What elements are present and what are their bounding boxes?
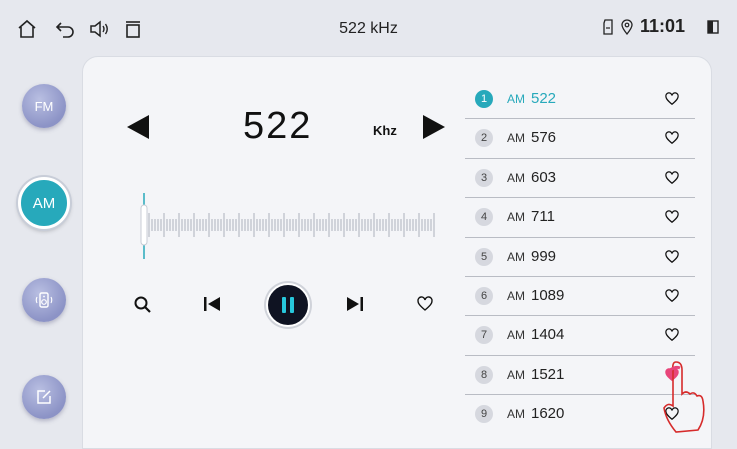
preset-frequency: 711 bbox=[531, 208, 555, 226]
preset-band: AM bbox=[507, 170, 525, 185]
preset-row[interactable]: 3 AM 603 bbox=[465, 159, 695, 199]
preset-band: AM bbox=[507, 288, 525, 303]
sd-card-icon bbox=[603, 18, 613, 35]
radio-panel: 522 Khz 1 AM 522 2 AM 576 3 AM 603 4 AM 711 bbox=[82, 56, 712, 449]
fm-label: FM bbox=[34, 98, 54, 114]
next-icon[interactable] bbox=[344, 293, 366, 315]
preset-number: 3 bbox=[475, 168, 493, 187]
speaker-icon bbox=[35, 292, 53, 308]
preset-row[interactable]: 5 AM 999 bbox=[465, 238, 695, 277]
preset-frequency: 603 bbox=[531, 168, 557, 186]
heart-icon[interactable] bbox=[665, 328, 679, 342]
preset-number: 1 bbox=[475, 90, 493, 108]
preset-row[interactable]: 2 AM 576 bbox=[465, 119, 695, 159]
preset-number: 7 bbox=[475, 326, 493, 345]
preset-number: 8 bbox=[475, 365, 493, 384]
preset-band: AM bbox=[507, 210, 525, 225]
heart-icon[interactable] bbox=[665, 289, 679, 303]
preset-row[interactable]: 6 AM 1089 bbox=[465, 277, 695, 317]
preset-frequency: 999 bbox=[531, 247, 557, 265]
status-bar: 522 kHz 11:01 bbox=[0, 0, 737, 56]
search-icon[interactable] bbox=[133, 295, 153, 315]
location-icon bbox=[621, 18, 633, 35]
heart-icon[interactable] bbox=[665, 92, 679, 106]
preset-number: 4 bbox=[475, 208, 493, 227]
preset-number: 5 bbox=[475, 247, 493, 266]
preset-row[interactable]: 1 AM 522 bbox=[465, 80, 695, 120]
preset-frequency: 1404 bbox=[531, 326, 565, 344]
speaker-button[interactable] bbox=[22, 278, 66, 322]
preset-frequency: 1620 bbox=[531, 405, 565, 423]
pause-icon bbox=[282, 297, 294, 313]
preset-frequency: 1089 bbox=[531, 286, 565, 304]
preset-band: AM bbox=[507, 131, 525, 146]
am-button[interactable]: AM bbox=[18, 177, 70, 229]
preset-band: AM bbox=[507, 249, 525, 264]
source-sidebar: FM AM bbox=[0, 56, 78, 447]
preset-row[interactable]: 7 AM 1404 bbox=[465, 316, 695, 356]
preset-band: AM bbox=[507, 92, 525, 106]
preset-number: 9 bbox=[475, 405, 493, 424]
preset-frequency: 1521 bbox=[531, 365, 565, 383]
heart-icon[interactable] bbox=[665, 249, 679, 264]
seek-down-arrow[interactable] bbox=[127, 115, 149, 139]
preset-band: AM bbox=[507, 367, 525, 382]
heart-icon[interactable] bbox=[665, 171, 679, 185]
preset-number: 2 bbox=[475, 129, 493, 148]
edit-button[interactable] bbox=[22, 375, 66, 419]
tuning-scale[interactable] bbox=[139, 191, 439, 261]
tuning-handle[interactable] bbox=[140, 204, 148, 246]
preset-band: AM bbox=[507, 328, 525, 343]
edit-icon bbox=[37, 390, 51, 404]
clock: 11:01 bbox=[639, 16, 685, 36]
frequency-display: 522 bbox=[243, 105, 313, 147]
frequency-unit: Khz bbox=[373, 123, 397, 138]
preset-band: AM bbox=[507, 407, 525, 422]
pointer-hand-annotation bbox=[663, 361, 705, 433]
seek-up-arrow[interactable] bbox=[423, 115, 445, 139]
status-right: 11:01 bbox=[602, 16, 719, 37]
heart-icon[interactable] bbox=[665, 210, 679, 224]
heart-icon[interactable] bbox=[665, 131, 679, 145]
fm-button[interactable]: FM bbox=[22, 84, 66, 128]
am-label: AM bbox=[32, 194, 56, 212]
preset-frequency: 522 bbox=[531, 90, 557, 107]
preset-row[interactable]: 4 AM 711 bbox=[465, 198, 695, 238]
battery-icon bbox=[707, 19, 719, 34]
preset-frequency: 576 bbox=[531, 129, 557, 147]
favorite-heart-icon[interactable] bbox=[417, 296, 433, 312]
pause-button[interactable] bbox=[266, 283, 310, 327]
preset-number: 6 bbox=[475, 286, 493, 305]
prev-icon[interactable] bbox=[201, 293, 223, 315]
